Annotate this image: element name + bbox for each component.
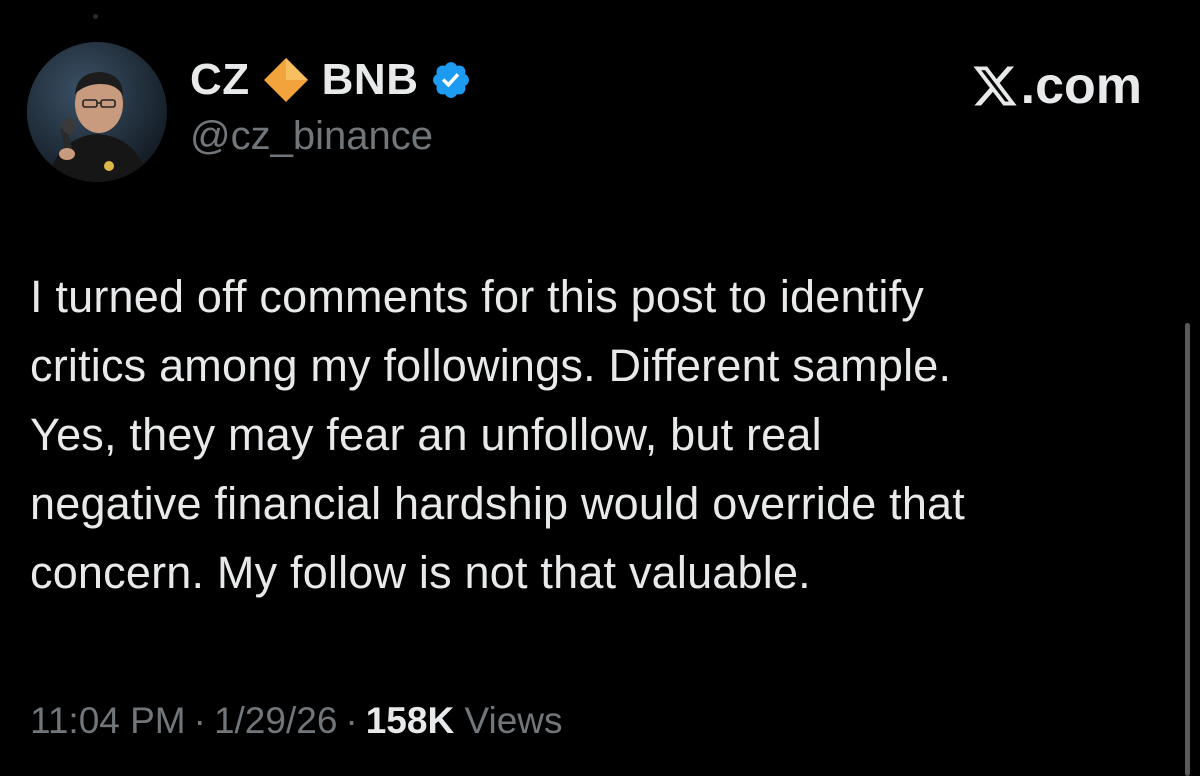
post-text-line: Yes, they may fear an unfollow, but real (30, 409, 822, 460)
meta-separator: · (345, 700, 358, 741)
site-label: . com (971, 56, 1142, 116)
meta-separator: · (193, 700, 206, 741)
post-header: CZ BNB @cz_binance (190, 52, 472, 159)
orange-diamond-icon (260, 54, 312, 106)
author-display-name[interactable]: CZ (190, 55, 250, 105)
post-text-line: critics among my followings. Different s… (30, 340, 952, 391)
verified-badge-icon[interactable] (430, 59, 472, 101)
post-text-line: I turned off comments for this post to i… (30, 271, 924, 322)
author-handle[interactable]: @cz_binance (190, 114, 472, 159)
person-with-microphone-avatar-icon (27, 42, 167, 182)
post-meta: 11:04 PM · 1/29/26 · 158K Views (30, 700, 563, 742)
post-text-line: concern. My follow is not that valuable. (30, 547, 811, 598)
avatar[interactable] (27, 42, 167, 182)
post-time[interactable]: 11:04 PM (30, 700, 186, 742)
views-label[interactable]: Views (464, 700, 562, 742)
author-display-name-suffix[interactable]: BNB (322, 55, 419, 105)
decorative-dot (93, 14, 98, 19)
x-logo-icon (971, 62, 1019, 110)
author-name-row[interactable]: CZ BNB (190, 52, 472, 108)
views-count[interactable]: 158K (366, 700, 454, 742)
scrollbar[interactable] (1185, 323, 1190, 776)
site-label-text: com (1035, 57, 1142, 115)
post-date[interactable]: 1/29/26 (214, 700, 337, 742)
post-text: I turned off comments for this post to i… (30, 262, 1160, 607)
post-text-line: negative financial hardship would overri… (30, 478, 965, 529)
